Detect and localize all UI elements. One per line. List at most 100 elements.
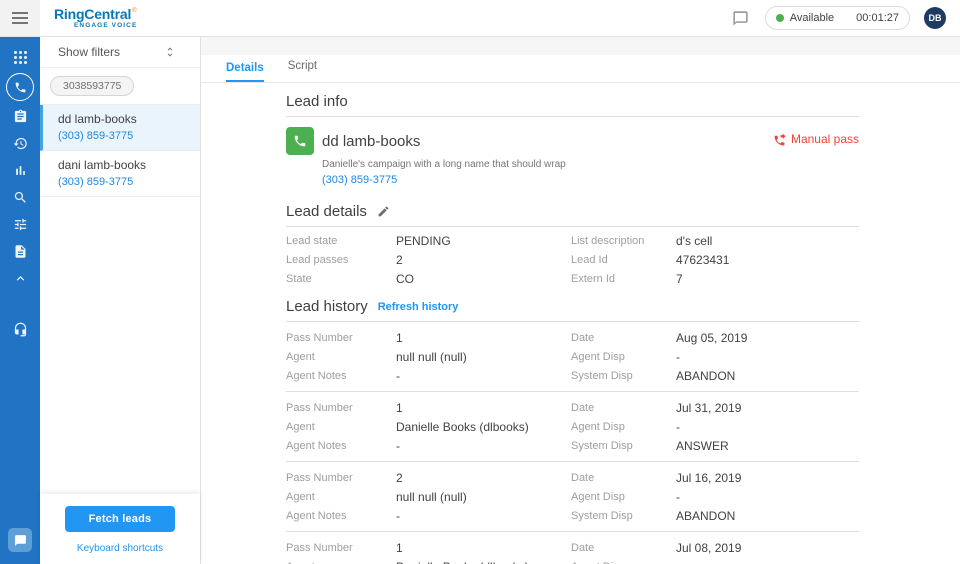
- chat-icon: [733, 10, 748, 26]
- filters-icon: [14, 218, 26, 231]
- chat-bubble-icon: [14, 534, 26, 546]
- lead-list-item[interactable]: dd lamb-books (303) 859-3775: [40, 105, 200, 151]
- sidebar-apps-button[interactable]: [0, 44, 40, 71]
- campaign-name: Danielle's campaign with a long name tha…: [322, 159, 566, 170]
- field-row: Agent Notes - System Disp ANSWER: [286, 436, 859, 455]
- field-row: Pass Number 2 Date Jul 16, 2019: [286, 468, 859, 487]
- lead-call-badge: [286, 127, 314, 155]
- field-row: State CO Extern Id 7: [286, 269, 859, 288]
- lead-name-heading: dd lamb-books: [322, 132, 421, 150]
- sidebar-analytics-button[interactable]: [0, 157, 40, 184]
- refresh-history-link[interactable]: Refresh history: [378, 301, 459, 313]
- agent-headset-icon: [14, 322, 26, 337]
- field-value: 7: [676, 271, 683, 286]
- field-value: 1: [396, 400, 403, 415]
- field-label: State: [286, 272, 312, 285]
- lead-phone-link[interactable]: (303) 859-3775: [322, 174, 773, 187]
- field-value: ANSWER: [676, 438, 729, 453]
- field-label: System Disp: [571, 439, 633, 452]
- lead-list-item[interactable]: dani lamb-books (303) 859-3775: [40, 151, 200, 197]
- field-label: System Disp: [571, 509, 633, 522]
- field-value: Danielle Books (dlbooks): [396, 419, 529, 434]
- top-header: RingCentral ® ENGAGE VOICE Available 00:…: [0, 0, 960, 37]
- history-entry: Pass Number 1 Date Jul 08, 2019 Agent Da…: [286, 532, 859, 564]
- sidebar-collapse-button[interactable]: [0, 265, 40, 292]
- lead-history-list: Pass Number 1 Date Aug 05, 2019 Agent nu…: [286, 322, 859, 564]
- field-label: Lead Id: [571, 253, 608, 266]
- field-value: CO: [396, 271, 414, 286]
- field-label: Pass Number: [286, 331, 353, 344]
- field-row: Pass Number 1 Date Jul 31, 2019: [286, 398, 859, 417]
- lead-history-header: Lead history Refresh history: [286, 298, 859, 315]
- lead-name: dani lamb-books: [58, 158, 147, 172]
- field-label: Agent Disp: [571, 490, 625, 503]
- sidebar-history-button[interactable]: [0, 130, 40, 157]
- pencil-icon: [378, 206, 389, 217]
- status-label: Available: [789, 12, 835, 24]
- lead-phone: (303) 859-3775: [58, 176, 134, 188]
- field-value: -: [676, 419, 680, 434]
- sidebar-search-button[interactable]: [0, 184, 40, 211]
- field-row: Agent Notes - System Disp ABANDON: [286, 366, 859, 385]
- filter-chip[interactable]: 3038593775: [50, 76, 135, 96]
- sidebar-script-button[interactable]: [0, 238, 40, 265]
- tab-script[interactable]: Script: [288, 60, 317, 82]
- sidebar-tasks-button[interactable]: [0, 103, 40, 130]
- manual-pass-label: Manual pass: [790, 132, 859, 146]
- field-row: Lead passes 2 Lead Id 47623431: [286, 250, 859, 269]
- field-value: 47623431: [676, 252, 730, 267]
- field-label: Date: [571, 331, 595, 344]
- phone-forwarded-icon: [774, 133, 786, 145]
- feedback-button[interactable]: [731, 8, 751, 28]
- lead-detail-view: Lead info dd lamb-books Danielle's campa…: [201, 83, 960, 564]
- active-call-ring: [6, 73, 34, 101]
- field-label: Date: [571, 471, 595, 484]
- field-label: Pass Number: [286, 401, 353, 414]
- field-value: -: [396, 438, 400, 453]
- edit-lead-details-button[interactable]: [377, 205, 390, 218]
- field-value: 1: [396, 540, 403, 555]
- manual-pass-button[interactable]: Manual pass: [773, 132, 859, 146]
- field-label: Pass Number: [286, 541, 353, 554]
- field-label: Agent Disp: [571, 561, 676, 564]
- lead-info-title: Lead info: [286, 93, 348, 110]
- nav-sidebar: [0, 37, 40, 564]
- menu-button[interactable]: [0, 0, 40, 36]
- active-call-icon: [15, 82, 25, 92]
- show-filters-label: Show filters: [58, 45, 121, 59]
- fetch-leads-button[interactable]: Fetch leads: [64, 506, 176, 532]
- field-label: Lead passes: [286, 253, 349, 266]
- history-icon: [13, 137, 27, 150]
- field-label: Agent: [286, 561, 396, 564]
- keyboard-shortcuts-link[interactable]: Keyboard shortcuts: [40, 543, 200, 554]
- field-label: List description: [571, 234, 645, 247]
- user-avatar[interactable]: DB: [924, 7, 946, 29]
- field-value: -: [396, 508, 400, 523]
- availability-status[interactable]: Available 00:01:27: [764, 6, 910, 30]
- field-label: Extern Id: [571, 272, 616, 285]
- sidebar-agent-button[interactable]: [0, 316, 40, 343]
- field-label: Agent Disp: [571, 350, 625, 363]
- tab-details[interactable]: Details: [226, 62, 264, 82]
- field-label: Agent Disp: [571, 420, 625, 433]
- toolbar-strip: [201, 37, 960, 55]
- field-value: Danielle Books (dlbooks): [396, 560, 571, 564]
- field-value: 2: [396, 470, 403, 485]
- sidebar-chat-button[interactable]: [8, 528, 32, 552]
- field-row: Agent Danielle Books (dlbooks) Agent Dis…: [286, 557, 859, 564]
- sidebar-filters-button[interactable]: [0, 211, 40, 238]
- phone-icon: [294, 135, 306, 147]
- unfold-more-icon: [167, 47, 173, 57]
- field-value: null null (null): [396, 349, 467, 364]
- field-row: Lead state PENDING List description d's …: [286, 231, 859, 250]
- app-window: RingCentral ® ENGAGE VOICE Available 00:…: [0, 0, 960, 564]
- field-label: Agent: [286, 420, 315, 433]
- sidebar-call-button[interactable]: [0, 71, 40, 103]
- field-value: Aug 05, 2019: [676, 330, 748, 345]
- field-value: -: [676, 489, 680, 504]
- field-row: Agent null null (null) Agent Disp -: [286, 347, 859, 366]
- search-icon: [14, 191, 26, 203]
- tab-bar: Details Script: [201, 55, 960, 83]
- show-filters-toggle[interactable]: Show filters: [40, 37, 200, 68]
- history-entry: Pass Number 1 Date Jul 31, 2019 Agent Da…: [286, 392, 859, 462]
